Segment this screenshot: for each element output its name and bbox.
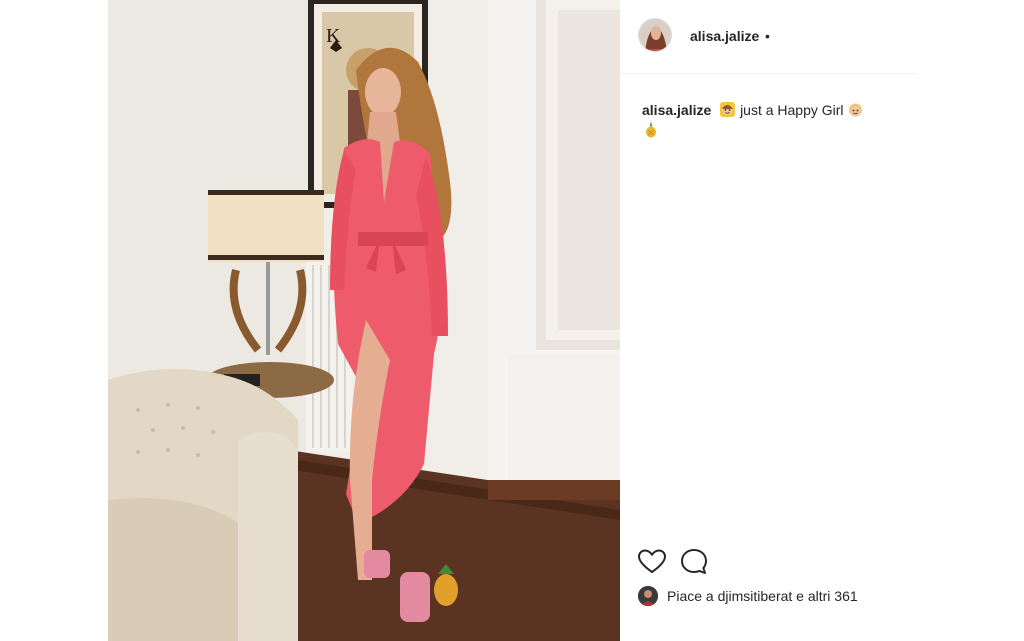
girl-face-emoji-icon [847,101,864,118]
header-username[interactable]: alisa.jalize [690,28,759,44]
user-avatar[interactable] [638,18,672,52]
liker-avatar [638,586,658,606]
pineapple-emoji-icon [642,121,659,138]
comment-bubble-icon [681,549,707,574]
girl-face-emoji-icon [719,101,736,118]
header-separator: • [765,28,770,44]
comment-button[interactable] [678,546,710,578]
post-header: alisa.jalize • [620,0,916,74]
caption-text: just a Happy Girl [740,102,844,118]
post-side-panel: alisa.jalize • alisa.jalize just a Happy… [620,0,916,641]
like-button[interactable] [636,546,668,578]
photo-illustration: K [108,0,620,641]
heart-outline-icon [637,549,667,574]
post-caption: alisa.jalize just a Happy Girl [642,100,902,140]
avatar-image [639,19,671,51]
likes-text: Piace a djimsitiberat e altri 361 [667,588,858,604]
caption-username[interactable]: alisa.jalize [642,102,711,118]
post-photo[interactable]: K [108,0,620,641]
